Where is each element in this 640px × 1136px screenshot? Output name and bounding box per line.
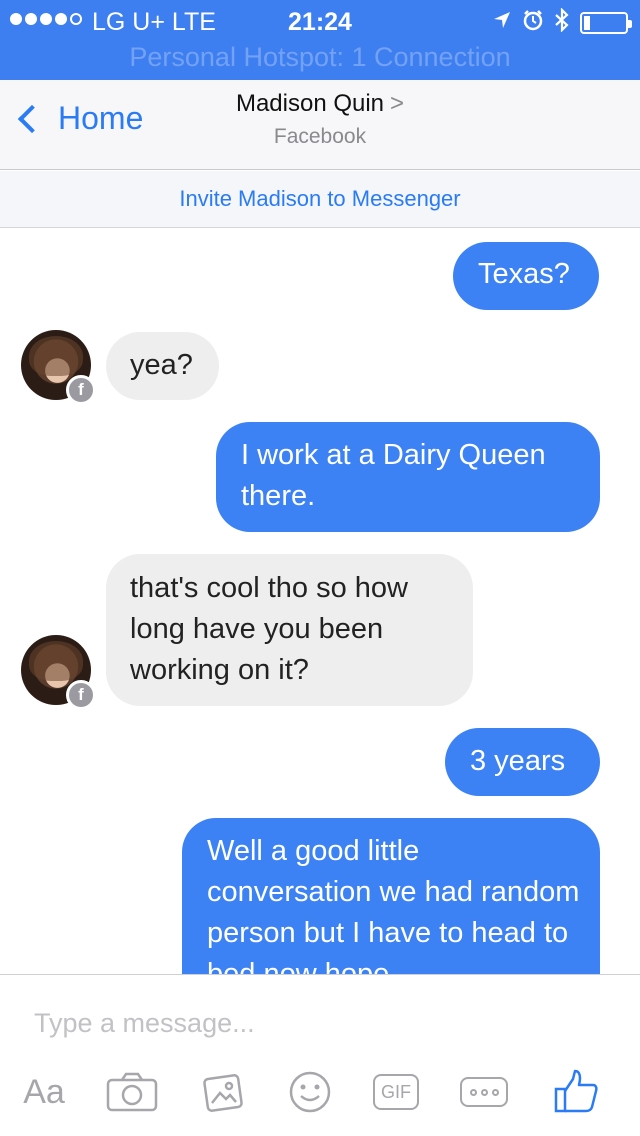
chevron-right-icon: > [390, 90, 405, 117]
battery-icon [580, 11, 632, 34]
message-bubble-incoming[interactable]: that's cool tho so how long have you bee… [106, 554, 473, 706]
text-format-button[interactable]: Aa [18, 1067, 70, 1117]
status-bar: LG U+ LTE 21:24 Personal Hotspot: 1 Conn… [0, 0, 640, 80]
message-text: that's cool tho so how long have you bee… [130, 572, 408, 686]
photo-gallery-button[interactable] [198, 1067, 248, 1117]
composer-toolbar: Aa GIF [0, 1067, 640, 1117]
thumbs-up-icon [554, 1069, 598, 1113]
camera-icon [106, 1072, 158, 1112]
more-options-button[interactable] [458, 1067, 510, 1117]
message-text: 3 years [470, 745, 566, 777]
like-button[interactable] [550, 1067, 602, 1117]
hotspot-banner[interactable]: Personal Hotspot: 1 Connection [0, 42, 640, 73]
message-bubble-incoming[interactable]: yea? [106, 332, 219, 400]
bluetooth-icon [554, 7, 570, 37]
message-text: I work at a Dairy Queen there. [241, 439, 546, 512]
gif-label: GIF [373, 1074, 419, 1110]
smiley-icon [289, 1071, 331, 1113]
message-bubble-outgoing[interactable]: I work at a Dairy Queen there. [216, 422, 600, 532]
invite-link[interactable]: Invite Madison to Messenger [179, 171, 460, 227]
conversation-header: Home Madison Quin > Facebook [0, 80, 640, 170]
photo-icon [203, 1074, 243, 1112]
message-bubble-outgoing[interactable]: Texas? [453, 242, 599, 310]
gif-button[interactable]: GIF [370, 1067, 422, 1117]
contact-name: Madison Quin [235, 90, 385, 117]
message-text: Texas? [478, 258, 570, 290]
message-text: yea? [130, 349, 193, 381]
location-arrow-icon [492, 10, 512, 35]
alarm-clock-icon [522, 9, 544, 36]
facebook-badge-icon: f [66, 680, 96, 710]
contact-source: Facebook [273, 125, 367, 148]
contact-name-button[interactable]: Madison Quin > [0, 90, 640, 118]
message-input[interactable] [34, 1003, 594, 1043]
facebook-badge-icon: f [66, 375, 96, 405]
message-bubble-outgoing[interactable]: 3 years [445, 728, 600, 796]
camera-button[interactable] [104, 1067, 160, 1117]
invite-banner: Invite Madison to Messenger [0, 171, 640, 228]
more-icon [460, 1077, 508, 1107]
message-text: Well a good little conversation we had r… [207, 835, 580, 974]
message-list[interactable]: Texas? f yea? I work at a Dairy Queen th… [0, 229, 640, 974]
sticker-button[interactable] [286, 1067, 334, 1117]
message-bubble-outgoing[interactable]: Well a good little conversation we had r… [182, 818, 600, 974]
composer: Aa GIF [0, 974, 640, 1136]
